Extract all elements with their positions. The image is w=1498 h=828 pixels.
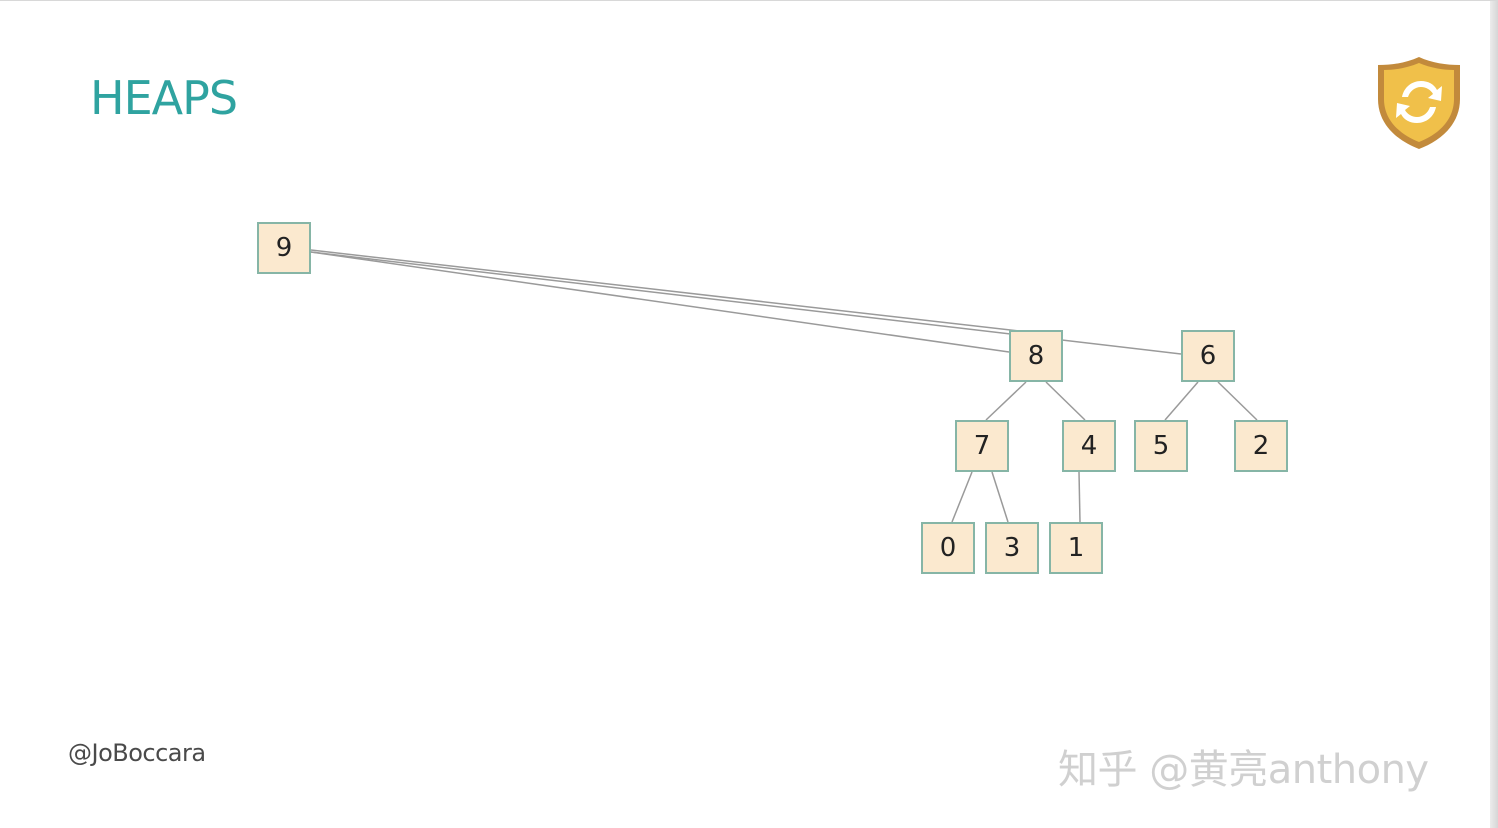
author-handle: @JoBoccara [68, 739, 206, 767]
heap-edge-9-8 [310, 251, 1010, 353]
heap-node-0: 0 [921, 522, 975, 574]
slide: HEAPS 9867452031 @JoBoccara 知乎 @黄亮anthon… [0, 0, 1498, 828]
heap-node-2: 2 [1234, 420, 1288, 472]
heap-edge-8-4 [1045, 381, 1086, 421]
heap-node-1: 1 [1049, 522, 1103, 574]
heap-node-8: 8 [1009, 330, 1063, 382]
heap-node-7: 7 [955, 420, 1009, 472]
heap-node-6: 6 [1181, 330, 1235, 382]
heap-edge-4-1 [1078, 471, 1081, 523]
heap-edges [310, 249, 1258, 523]
heap-node-9: 9 [257, 222, 311, 274]
heap-edge-7-3 [991, 471, 1009, 523]
heap-edge-8-7 [985, 381, 1027, 421]
watermark: 知乎 @黄亮anthony [1058, 747, 1429, 793]
heap-edge-9-8-ghost [310, 249, 1064, 337]
heap-node-3: 3 [985, 522, 1039, 574]
heap-node-4: 4 [1062, 420, 1116, 472]
heap-node-5: 5 [1134, 420, 1188, 472]
heap-edge-6-5 [1164, 381, 1199, 421]
heap-edge-6-2 [1217, 381, 1258, 421]
heap-edge-7-0 [951, 471, 973, 523]
